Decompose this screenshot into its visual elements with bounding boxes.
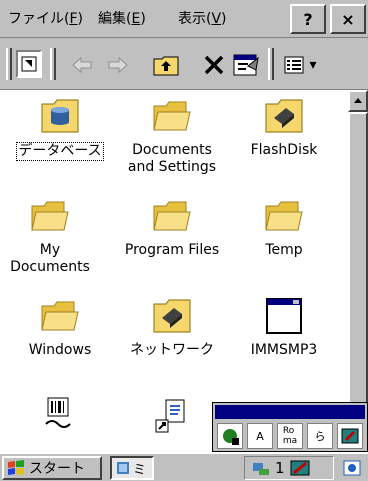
- start-label: スタート: [29, 461, 85, 477]
- list-item[interactable]: Windows: [4, 296, 116, 359]
- windows-flag-icon: [8, 460, 24, 475]
- input-panel-titlebar[interactable]: [215, 405, 365, 419]
- list-item[interactable]: データベース: [4, 96, 116, 161]
- shortcut-icon: [155, 399, 185, 433]
- explorer-icon: [117, 462, 129, 474]
- item-label: FlashDisk: [250, 142, 318, 158]
- item-label: My Documents: [10, 242, 90, 275]
- properties-icon[interactable]: [228, 48, 264, 82]
- taskbar-window-button[interactable]: ミ: [110, 456, 154, 480]
- folder-icon: [265, 201, 303, 231]
- database-icon: [41, 99, 79, 133]
- up-folder-icon[interactable]: [148, 48, 184, 82]
- kana-mode-icon[interactable]: ら: [307, 423, 333, 449]
- item-label: ネットワーク: [130, 342, 214, 358]
- toolbar-grip-2[interactable]: [50, 48, 56, 80]
- list-view-icon: [284, 56, 304, 74]
- start-button[interactable]: スタート: [2, 456, 102, 480]
- list-item[interactable]: IMMSMP3: [228, 296, 340, 359]
- file-list: データベース Documents and Settings FlashDisk …: [0, 90, 348, 452]
- menu-view[interactable]: 表示(V): [178, 8, 227, 28]
- item-label: Windows: [28, 342, 92, 358]
- input-panel-icon[interactable]: [289, 459, 311, 477]
- list-item[interactable]: FlashDisk: [228, 96, 340, 159]
- folder-icon: [153, 101, 191, 131]
- delete-icon[interactable]: [196, 48, 232, 82]
- list-item[interactable]: My Documents: [0, 196, 106, 276]
- menu-edit[interactable]: 編集(E): [98, 8, 146, 28]
- taskbar: スタート ミ 1: [0, 452, 368, 481]
- toolbar-grip-3[interactable]: [268, 48, 274, 80]
- chevron-up-icon: [354, 98, 362, 103]
- back-arrow-icon[interactable]: [64, 48, 100, 82]
- input-panel-popup: A Ro ma ら: [212, 402, 368, 452]
- list-item[interactable]: Program Files: [116, 196, 228, 259]
- toolbar-grip[interactable]: [6, 48, 12, 80]
- help-button[interactable]: ?: [290, 4, 326, 34]
- flashdisk-icon: [265, 99, 303, 133]
- pen-pad-icon[interactable]: [337, 423, 363, 449]
- item-label: IMMSMP3: [250, 342, 318, 358]
- toolbar-menu-icon[interactable]: [16, 50, 42, 78]
- scroll-thumb[interactable]: [348, 112, 368, 412]
- chevron-down-icon: ▾: [309, 57, 317, 73]
- folder-icon: [41, 301, 79, 331]
- folder-icon: [153, 201, 191, 231]
- view-dropdown[interactable]: ▾: [276, 48, 324, 82]
- list-item[interactable]: Temp: [228, 196, 340, 259]
- barcode-scanner-icon: [45, 397, 71, 428]
- item-label: Temp: [265, 242, 303, 258]
- input-mode-icon[interactable]: [217, 423, 243, 449]
- item-label: Documents and Settings: [127, 142, 217, 175]
- menu-file[interactable]: ファイル(F): [8, 8, 83, 28]
- scroll-up-button[interactable]: [348, 90, 368, 112]
- application-icon: [266, 298, 302, 334]
- menu-bar: ファイル(F) 編集(E) 表示(V) ? ×: [0, 0, 368, 38]
- network-icon: [153, 299, 191, 333]
- romaji-mode-icon[interactable]: Ro ma: [277, 423, 303, 449]
- list-item[interactable]: [4, 396, 116, 442]
- network-status-icon[interactable]: [251, 459, 271, 477]
- list-item[interactable]: Documents and Settings: [116, 96, 228, 176]
- list-item[interactable]: ネットワーク: [116, 296, 228, 359]
- folder-icon: [31, 201, 69, 231]
- forward-arrow-icon[interactable]: [100, 48, 136, 82]
- toolbar: ▾: [0, 38, 368, 90]
- item-label: データベース: [16, 142, 104, 161]
- close-button[interactable]: ×: [330, 4, 366, 34]
- tray-count: 1: [275, 459, 285, 477]
- system-tray: 1: [244, 456, 334, 480]
- desktop-icon[interactable]: [340, 457, 364, 479]
- item-label: Program Files: [124, 242, 220, 258]
- alpha-mode-icon[interactable]: A: [247, 423, 273, 449]
- vertical-scrollbar[interactable]: [348, 90, 368, 452]
